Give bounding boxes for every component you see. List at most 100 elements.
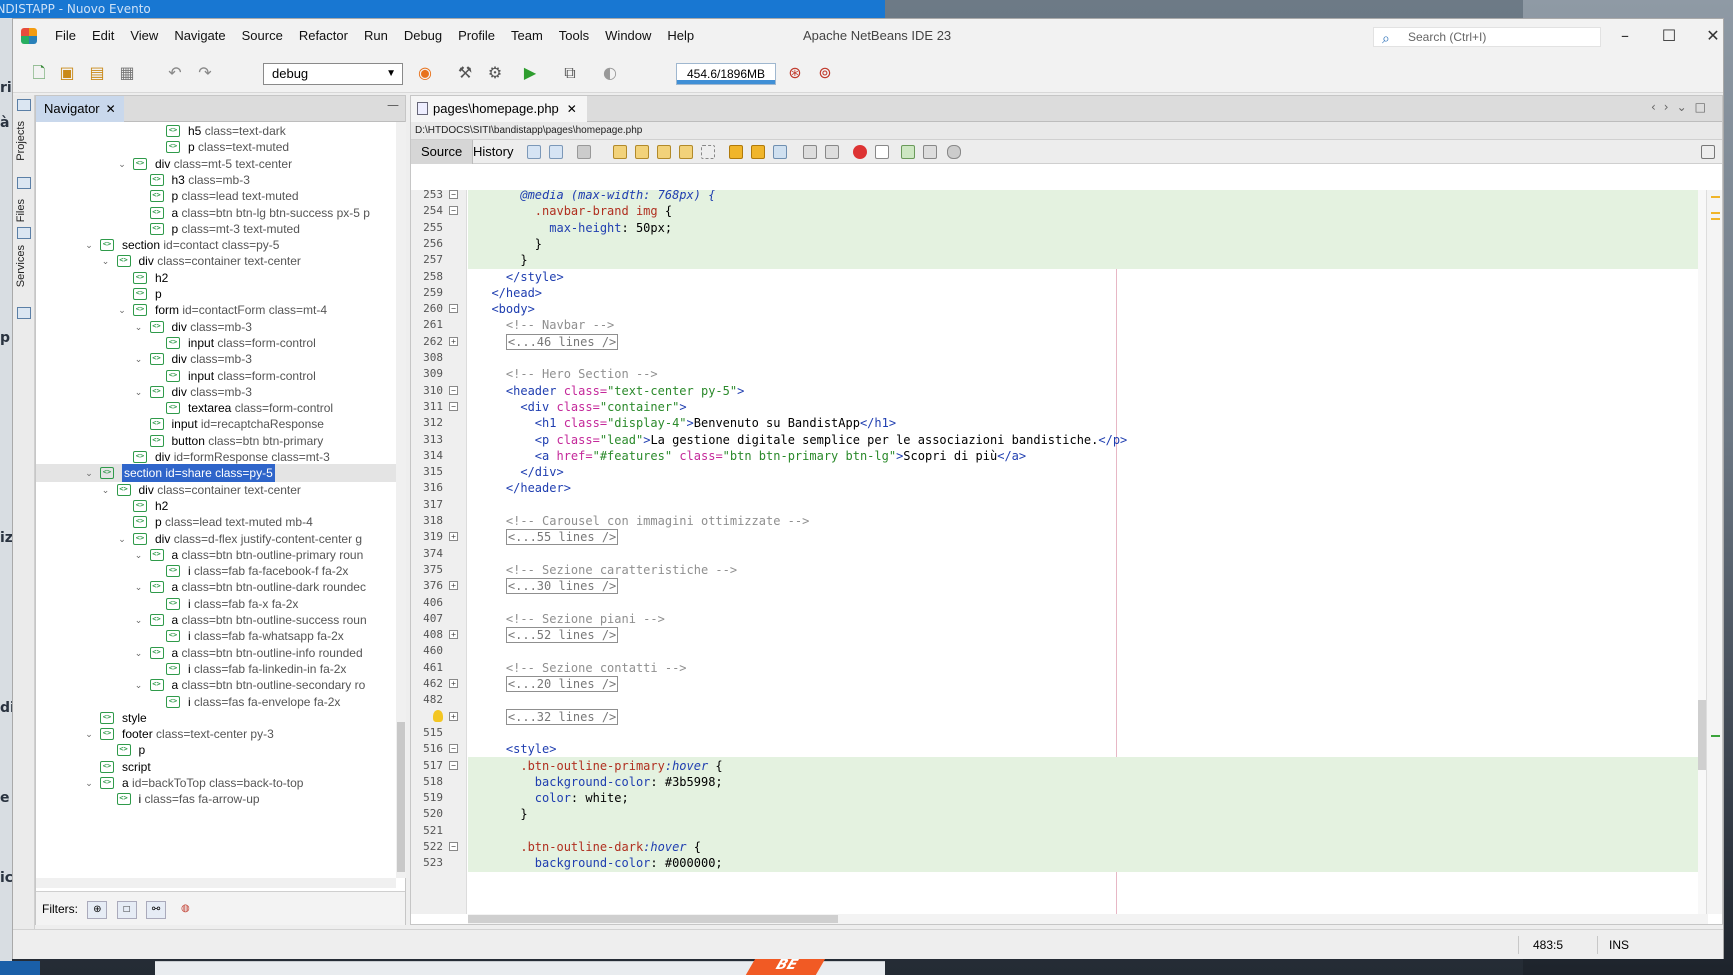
debug-icon[interactable]: ⧉ <box>558 61 582 85</box>
split-editor-icon[interactable] <box>1701 145 1715 159</box>
tree-node[interactable]: <> i class=fas fa-envelope fa-2x <box>36 693 396 711</box>
shift-right-icon[interactable] <box>825 145 839 159</box>
code-line[interactable]: 316 </header> <box>411 479 1707 497</box>
insert-mode[interactable]: INS <box>1609 938 1629 952</box>
menu-help[interactable]: Help <box>659 19 702 53</box>
tree-node[interactable]: <> i class=fab fa-whatsapp fa-2x <box>36 627 396 645</box>
forward-icon[interactable] <box>577 145 591 159</box>
menu-window[interactable]: Window <box>597 19 659 53</box>
collapse-fold-icon[interactable]: − <box>449 190 458 199</box>
expand-toggle-icon[interactable]: ⌄ <box>101 481 111 499</box>
caret-position[interactable]: 483:5 <box>1533 938 1563 952</box>
editor-vscrollbar[interactable] <box>1698 190 1706 914</box>
code-line[interactable]: 521 <box>411 821 1707 840</box>
tree-node[interactable]: <> h5 class=text-dark <box>36 122 396 140</box>
code-line[interactable]: 406 <box>411 594 1707 612</box>
back-icon[interactable] <box>549 145 563 159</box>
menu-view[interactable]: View <box>122 19 166 53</box>
tab-navigator[interactable]: Navigator ✕ <box>36 96 124 122</box>
tree-node[interactable]: <> style <box>36 709 396 727</box>
tree-node[interactable]: <> h2 <box>36 497 396 515</box>
tree-node[interactable]: <> h2 <box>36 269 396 287</box>
tree-node[interactable]: <> p class=lead text-muted <box>36 187 396 205</box>
close-button[interactable]: ✕ <box>1691 19 1733 53</box>
collapse-fold-icon[interactable]: − <box>449 842 458 851</box>
expand-toggle-icon[interactable]: ⌄ <box>134 644 144 662</box>
new-project-icon[interactable]: ▣ <box>55 61 79 85</box>
expand-toggle-icon[interactable]: ⌄ <box>134 350 144 368</box>
code-line[interactable]: 315 </div> <box>411 463 1707 481</box>
projects-icon[interactable] <box>17 177 31 189</box>
files-icon[interactable] <box>17 227 31 239</box>
tree-node[interactable]: <> p <box>36 741 396 759</box>
menu-refactor[interactable]: Refactor <box>291 19 356 53</box>
code-line[interactable]: 261 <!-- Navbar --> <box>411 316 1707 334</box>
tree-node[interactable]: ⌄ <> div class=d-flex justify-content-cent… <box>36 530 396 548</box>
tree-node[interactable]: ⌄ <> div class=mb-3 <box>36 350 396 368</box>
code-line[interactable]: 516− <style> <box>411 740 1707 758</box>
expand-toggle-icon[interactable]: ⌄ <box>134 676 144 694</box>
redo-icon[interactable]: ↷ <box>193 61 217 85</box>
tree-node[interactable]: <> input class=form-control <box>36 367 396 385</box>
expand-fold-icon[interactable]: + <box>449 581 458 591</box>
folded-block[interactable]: <...46 lines /> <box>505 333 619 350</box>
tree-node[interactable]: <> textarea class=form-control <box>36 399 396 417</box>
menu-profile[interactable]: Profile <box>450 19 503 53</box>
maximize-button[interactable]: ☐ <box>1647 19 1691 53</box>
tree-node[interactable]: ⌄ <> a class=btn btn-outline-primary roun <box>36 546 396 564</box>
navigator-scrollbar[interactable] <box>396 122 406 878</box>
tree-node[interactable]: <> i class=fab fa-x fa-2x <box>36 595 396 613</box>
collapse-fold-icon[interactable]: − <box>449 385 458 395</box>
expand-toggle-icon[interactable]: ⌄ <box>84 464 94 482</box>
new-file-icon[interactable]: 🗋 <box>27 61 51 85</box>
run-icon[interactable]: ▶ <box>518 61 542 85</box>
code-line[interactable]: 319 + <...55 lines /> <box>411 528 1707 546</box>
code-line[interactable]: 257 } <box>411 251 1707 270</box>
tree-node[interactable]: ⌄ <> section id=contact class=py-5 <box>36 236 396 254</box>
tree-node[interactable]: <> p <box>36 285 396 303</box>
tree-node[interactable]: <> p class=text-muted <box>36 138 396 156</box>
rect-select-icon[interactable] <box>701 145 715 159</box>
tree-node[interactable]: <> input id=recaptchaResponse <box>36 415 396 433</box>
uncomment-icon[interactable] <box>923 145 937 159</box>
collapse-fold-icon[interactable]: − <box>449 304 458 314</box>
tree-node[interactable]: ⌄ <> div class=mb-3 <box>36 318 396 336</box>
code-line[interactable]: 517− .btn-outline-primary:hover { <box>411 756 1707 775</box>
tree-node[interactable]: <> button class=btn btn-primary <box>36 432 396 450</box>
expand-toggle-icon[interactable]: ⌄ <box>117 155 127 173</box>
filter-css-icon[interactable]: □ <box>116 900 137 919</box>
tree-node[interactable]: <> script <box>36 758 396 776</box>
find-icon[interactable] <box>613 145 627 159</box>
code-line[interactable]: 254− .navbar-brand img { <box>411 202 1707 221</box>
collapse-fold-icon[interactable]: − <box>449 760 458 770</box>
tree-node[interactable]: <> i class=fas fa-arrow-up <box>36 790 396 808</box>
code-line[interactable]: 310− <header class="text-center py-5"> <box>411 382 1707 400</box>
code-line[interactable]: 522− .btn-outline-dark:hover { <box>411 838 1707 856</box>
folded-block[interactable]: <...55 lines /> <box>505 529 619 546</box>
background-window-titlebar[interactable]: BANDISTAPP - Nuovo Evento <box>0 0 885 18</box>
clean-build-icon[interactable]: ⚙ <box>483 61 507 85</box>
menu-run[interactable]: Run <box>356 19 396 53</box>
code-line[interactable]: 523 background-color: #000000; <box>411 854 1707 873</box>
code-line[interactable]: 318 <!-- Carousel con immagini ottimizza… <box>411 512 1707 530</box>
collapse-fold-icon[interactable]: − <box>449 401 458 411</box>
browser-icon[interactable]: ◉ <box>413 61 437 85</box>
code-line[interactable]: 482 <box>411 691 1707 709</box>
tab-history[interactable]: History <box>463 140 523 164</box>
expand-toggle-icon[interactable]: ⌄ <box>84 774 94 792</box>
side-tab-files[interactable]: Files <box>15 199 27 222</box>
next-bookmark-icon[interactable] <box>751 145 765 159</box>
code-line[interactable]: 262 + <...46 lines /> <box>411 333 1707 351</box>
code-line[interactable]: 519 color: white; <box>411 789 1707 808</box>
find-prev-icon[interactable] <box>635 145 649 159</box>
undo-icon[interactable]: ↶ <box>163 61 187 85</box>
code-line[interactable]: 313 <p class="lead">La gestione digitale… <box>411 431 1707 449</box>
expand-toggle-icon[interactable]: ⌄ <box>134 546 144 564</box>
tree-node[interactable]: ⌄ <> div class=container text-center <box>36 481 396 499</box>
shift-left-icon[interactable] <box>803 145 817 159</box>
menu-source[interactable]: Source <box>234 19 291 53</box>
code-line[interactable]: 309 <!-- Hero Section --> <box>411 365 1707 383</box>
expand-toggle-icon[interactable]: ⌄ <box>134 611 144 629</box>
open-project-icon[interactable]: ▤ <box>85 61 109 85</box>
tree-node[interactable]: ⌄ <> div class=container text-center <box>36 252 396 270</box>
